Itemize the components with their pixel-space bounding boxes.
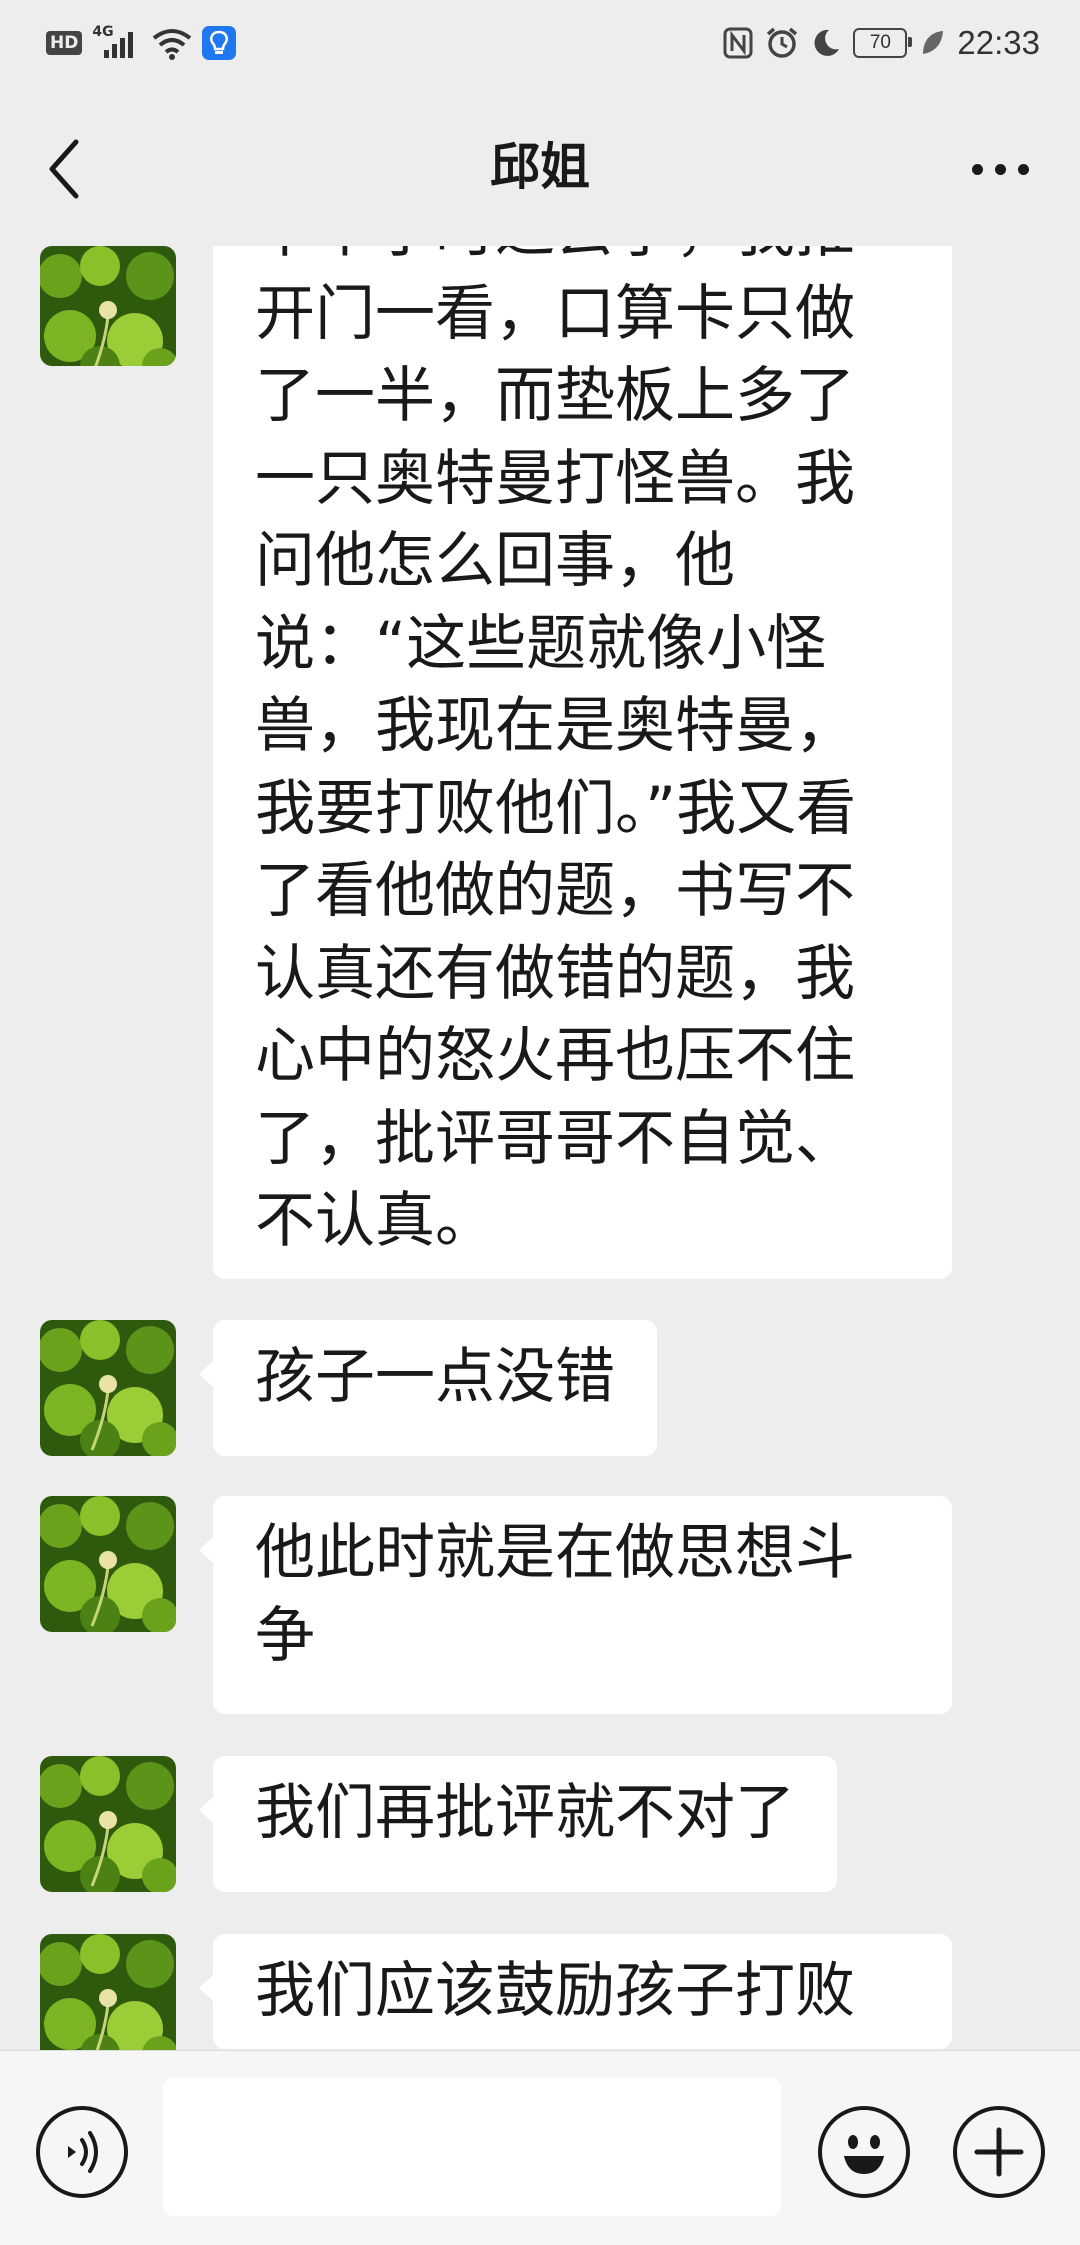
message-bubble[interactable]: 孩子一点没错 [199,1320,657,1456]
message-text: 我们应该鼓励孩子打败 [255,1956,855,2026]
battery-icon: 70 [853,28,913,58]
more-dot-icon [1017,163,1029,175]
avatar[interactable] [40,246,176,366]
status-left: HD 4G [46,22,237,64]
alarm-icon [767,27,798,58]
avatar[interactable] [40,1756,176,1892]
message-bubble[interactable]: 我们应该鼓励孩子打败 [199,1934,952,2049]
clover-avatar-image [40,246,176,366]
status-right: 70 22:33 [723,22,1040,64]
message-text: 我们再批评就不对了 [255,1778,795,1848]
message-bubble[interactable]: 他此时就是在做思想斗争 [199,1496,952,1714]
clover-avatar-image [40,1496,176,1632]
clover-avatar-image [40,1756,176,1892]
emoji-button[interactable] [818,2106,910,2198]
clover-avatar-image [40,1934,176,2050]
more-dot-icon [994,163,1006,175]
more-functions-button[interactable] [953,2106,1045,2198]
avatar[interactable] [40,1934,176,2050]
avatar[interactable] [40,1496,176,1632]
message-text: 他此时就是在做思想斗争 [255,1518,855,1671]
more-options-button[interactable] [960,144,1040,194]
smiley-icon [844,2135,884,2174]
chat-header: 邱姐 [0,86,1080,246]
message-bubble[interactable]: 我们再批评就不对了 [199,1756,837,1892]
clover-avatar-image [40,1320,176,1456]
moon-icon [814,29,840,56]
chat-title: 邱姐 [490,138,590,196]
avatar[interactable] [40,1320,176,1456]
message-list[interactable]: 半个小时过去了，我推开门一看，口算卡只做了一半，而垫板上多了一只奥特曼打怪兽。我… [0,246,1080,2050]
nfc-icon [723,27,753,59]
plus-icon [974,2127,1024,2177]
chat-input-bar [0,2050,1080,2245]
message-bubble[interactable]: 半个小时过去了，我推开门一看，口算卡只做了一半，而垫板上多了一只奥特曼打怪兽。我… [213,246,952,1279]
notification-app-icon [202,26,237,60]
voice-icon [68,2131,98,2173]
message-text: 半个小时过去了，我推开门一看，口算卡只做了一半，而垫板上多了一只奥特曼打怪兽。我… [255,246,857,1256]
leaf-icon [923,31,944,54]
message-text: 孩子一点没错 [255,1342,615,1412]
wifi-icon [153,29,192,60]
cellular-signal-icon: 4G [92,24,142,60]
message-input[interactable] [163,2078,781,2216]
status-time: 22:33 [957,24,1040,61]
status-bar: HD 4G 70 22:33 [0,0,1080,86]
voice-input-button[interactable] [36,2106,128,2198]
more-dot-icon [971,163,983,175]
hd-voice-icon: HD [46,31,83,55]
